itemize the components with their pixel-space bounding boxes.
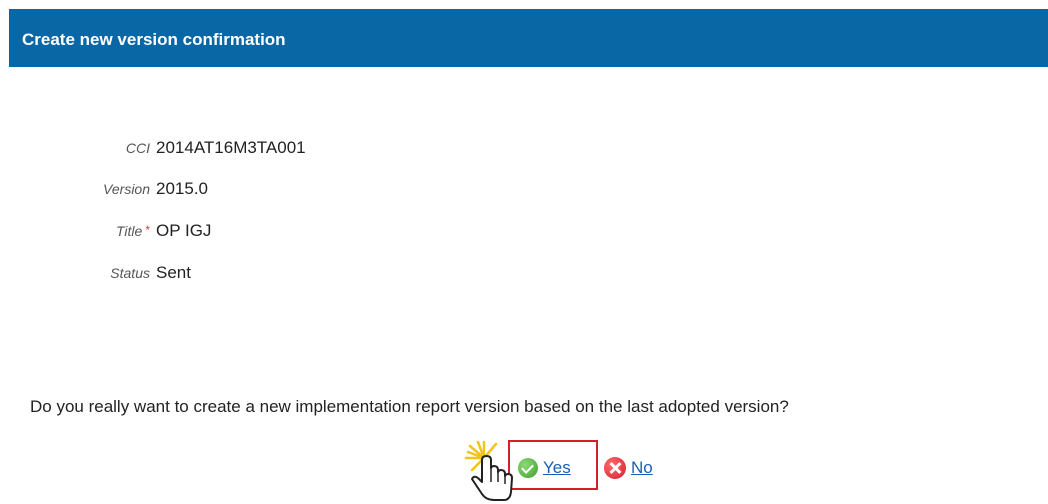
no-link[interactable]: No: [631, 457, 653, 479]
hand-pointer-icon: [464, 440, 513, 501]
yes-button[interactable]: Yes: [518, 457, 571, 479]
check-circle-icon: [518, 458, 538, 478]
confirmation-question: Do you really want to create a new imple…: [30, 397, 789, 416]
dialog-title: Create new version confirmation: [22, 30, 286, 49]
field-value-title: OP IGJ: [156, 221, 212, 240]
no-button[interactable]: No: [604, 457, 653, 479]
required-marker: *: [145, 223, 150, 237]
dialog-header: Create new version confirmation: [9, 9, 1048, 67]
field-row-version: Version 2015.0: [0, 178, 500, 200]
field-row-title: Title * OP IGJ: [0, 220, 500, 242]
field-label-status: Status: [110, 265, 150, 281]
field-value-version: 2015.0: [156, 179, 208, 198]
field-value-cci: 2014AT16M3TA001: [156, 138, 306, 157]
field-label-title: Title *: [116, 223, 150, 239]
dialog-actions: Yes No: [462, 440, 702, 504]
confirmation-dialog: Create new version confirmation CCI 2014…: [0, 0, 1048, 504]
field-label-cci: CCI: [125, 140, 150, 156]
field-row-cci: CCI 2014AT16M3TA001: [0, 137, 500, 159]
yes-link[interactable]: Yes: [543, 457, 571, 479]
field-label-version: Version: [103, 181, 150, 197]
field-value-status: Sent: [156, 263, 191, 282]
field-row-status: Status Sent: [0, 262, 500, 284]
close-circle-icon: [604, 457, 626, 479]
